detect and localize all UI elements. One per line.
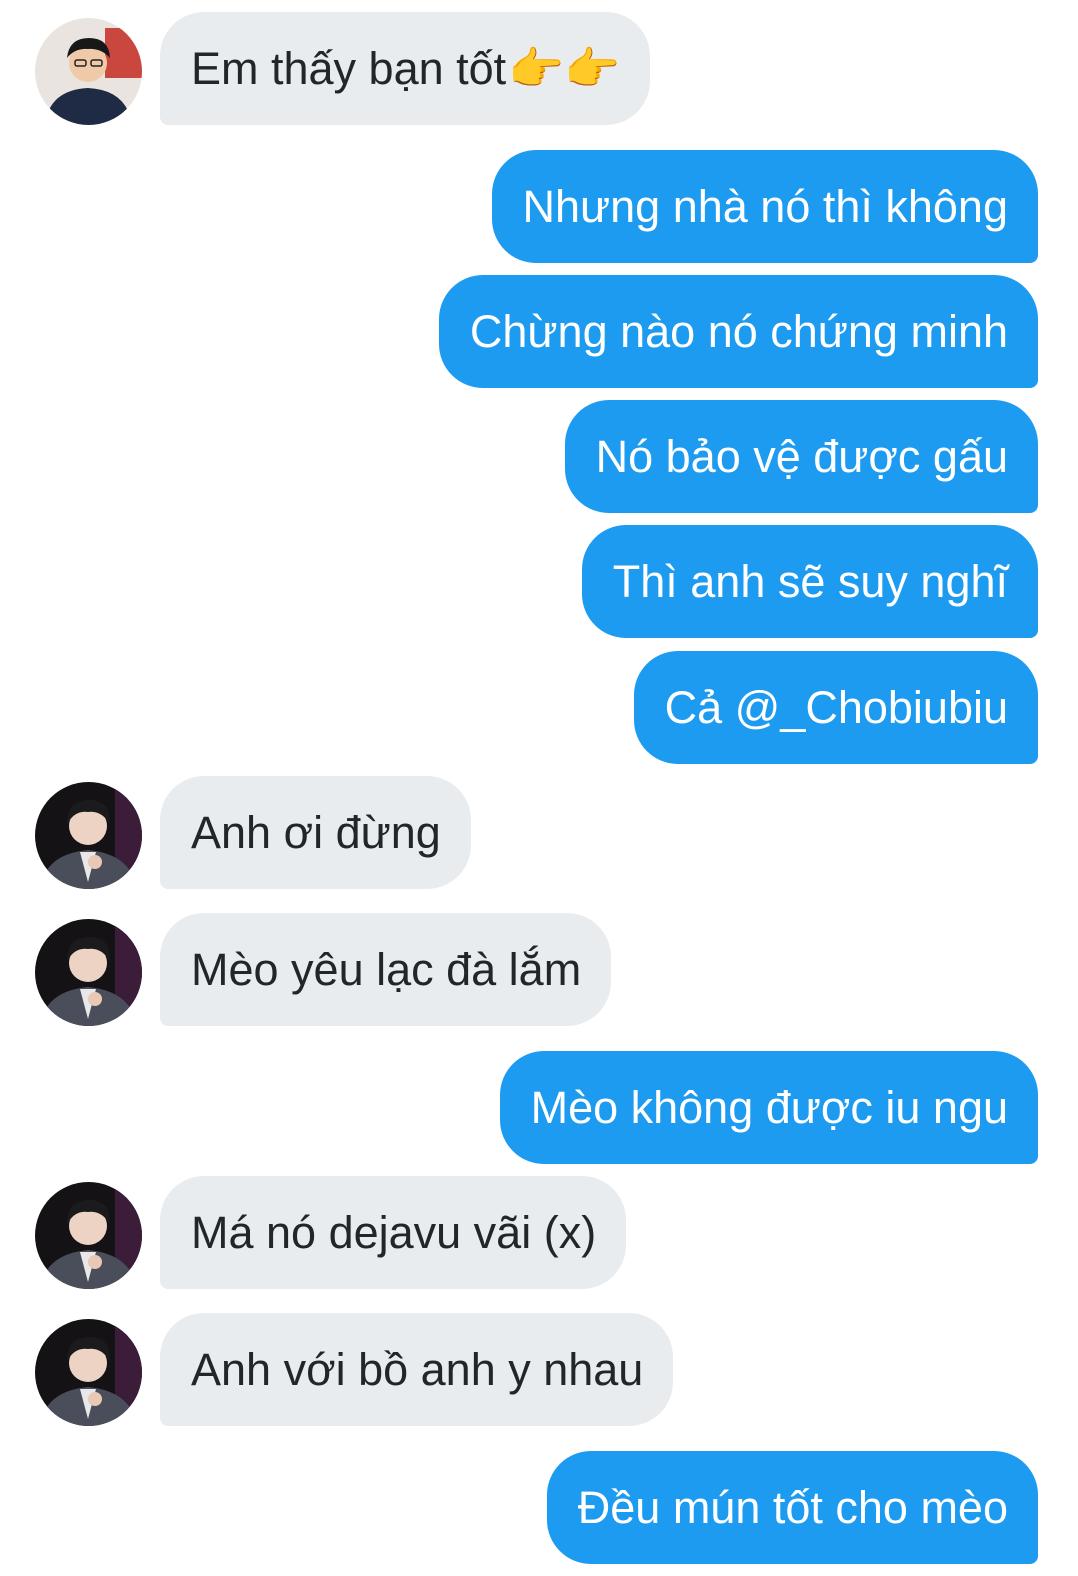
avatar-man-icon[interactable] xyxy=(35,1182,142,1289)
message-text: Mèo không được iu ngu xyxy=(530,1081,1008,1133)
pointing-hand-emoji-icon: 👉👉 xyxy=(508,42,621,95)
message-bubble-incoming[interactable]: Má nó dejavu vãi (x) xyxy=(160,1176,627,1289)
message-bubble-outgoing[interactable]: Nhưng nhà nó thì không xyxy=(491,150,1038,263)
message-text: Mèo yêu lạc đà lắm xyxy=(191,943,582,995)
message-bubble-outgoing[interactable]: Cả @_Chobiubiu xyxy=(633,651,1038,764)
message-text: Anh ơi đừng xyxy=(191,806,441,858)
message-text: Anh với bồ anh y nhau xyxy=(191,1343,644,1395)
message-text: Thì anh sẽ suy nghĩ xyxy=(612,555,1008,607)
message-text: Em thấy bạn tốt xyxy=(191,42,507,94)
message-text: Má nó dejavu vãi (x) xyxy=(191,1206,597,1258)
message-bubble-incoming[interactable]: Em thấy bạn tốt 👉👉 xyxy=(160,12,651,125)
message-bubble-incoming[interactable]: Anh ơi đừng xyxy=(160,776,471,889)
avatar-man-icon[interactable] xyxy=(35,782,142,889)
message-text: Cả @_Chobiubiu xyxy=(664,681,1008,733)
message-text: Đều mún tốt cho mèo xyxy=(577,1481,1008,1533)
message-text: Chừng nào nó chứng minh xyxy=(469,305,1008,357)
message-bubble-outgoing[interactable]: Chừng nào nó chứng minh xyxy=(438,275,1038,388)
message-bubble-outgoing[interactable]: Đều mún tốt cho mèo xyxy=(546,1451,1038,1564)
avatar-man-icon[interactable] xyxy=(35,1319,142,1426)
message-bubble-incoming[interactable]: Anh với bồ anh y nhau xyxy=(160,1313,674,1426)
message-bubble-outgoing[interactable]: Thì anh sẽ suy nghĩ xyxy=(581,525,1038,638)
message-bubble-outgoing[interactable]: Mèo không được iu ngu xyxy=(499,1051,1038,1164)
message-bubble-outgoing[interactable]: Nó bảo vệ được gấu xyxy=(564,400,1038,513)
avatar-man-icon[interactable] xyxy=(35,919,142,1026)
avatar-boy-icon[interactable] xyxy=(35,18,142,125)
message-bubble-incoming[interactable]: Mèo yêu lạc đà lắm xyxy=(160,913,612,1026)
message-text: Nhưng nhà nó thì không xyxy=(522,180,1009,232)
message-text: Nó bảo vệ được gấu xyxy=(595,430,1008,482)
